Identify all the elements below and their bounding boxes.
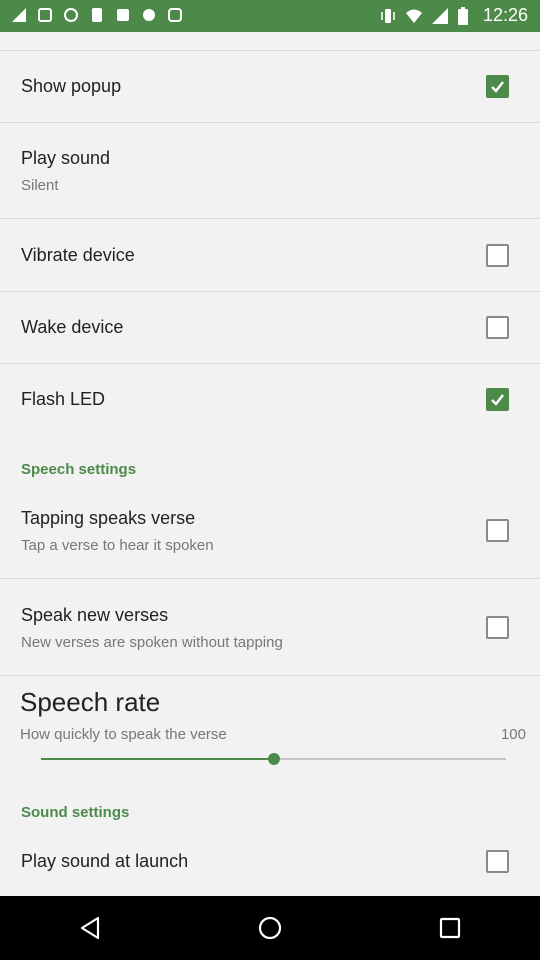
setting-subtitle: Tap a verse to hear it spoken (21, 537, 214, 554)
speech-rate-slider[interactable] (41, 753, 506, 765)
setting-title: Speak new verses (21, 605, 169, 625)
vibrate-device-checkbox[interactable] (486, 244, 509, 267)
notification-icons (10, 6, 184, 24)
notification-icon (10, 6, 28, 24)
divider (0, 218, 540, 219)
setting-title: Play sound (21, 148, 111, 168)
speech-rate-value: 100 (500, 726, 526, 743)
tapping-speaks-verse-checkbox[interactable] (486, 519, 509, 542)
divider (0, 291, 540, 292)
setting-title: Show popup (21, 76, 122, 96)
divider (0, 363, 540, 364)
speak-new-verses-checkbox[interactable] (486, 616, 509, 639)
notification-icon (140, 6, 158, 24)
recents-icon[interactable] (420, 898, 480, 958)
signal-icon (431, 7, 449, 25)
show-popup-checkbox[interactable] (486, 75, 509, 98)
section-header-sound: Sound settings (21, 804, 130, 821)
status-bar: 12:26 (0, 0, 540, 32)
setting-subtitle: How quickly to speak the verse (20, 726, 227, 743)
divider (0, 50, 540, 51)
divider (0, 675, 540, 676)
slider-fill (41, 758, 274, 760)
divider (0, 578, 540, 579)
notification-icon (114, 6, 132, 24)
vibrate-icon (379, 7, 397, 25)
home-icon[interactable] (240, 898, 300, 958)
checkmark-icon (491, 394, 504, 406)
notification-icon (62, 6, 80, 24)
settings-list[interactable]: Show popup Play sound Silent Vibrate dev… (0, 32, 540, 896)
navigation-bar (0, 896, 540, 960)
section-header-speech: Speech settings (21, 461, 137, 478)
wake-device-checkbox[interactable] (486, 316, 509, 339)
notification-icon (36, 6, 54, 24)
back-icon[interactable] (60, 898, 120, 958)
setting-subtitle: Silent (21, 177, 59, 194)
setting-title: Wake device (21, 317, 124, 337)
slider-thumb[interactable] (267, 753, 280, 765)
setting-title: Play sound at launch (21, 851, 189, 871)
setting-subtitle: New verses are spoken without tapping (21, 634, 283, 651)
setting-title: Vibrate device (21, 245, 135, 265)
wifi-icon (405, 7, 423, 25)
battery-icon (457, 6, 475, 25)
notification-icon (88, 6, 106, 24)
setting-title: Speech rate (20, 687, 161, 717)
play-sound-at-launch-checkbox[interactable] (486, 850, 509, 873)
notification-icon (166, 6, 184, 24)
setting-title: Tapping speaks verse (21, 508, 196, 528)
divider (0, 122, 540, 123)
checkmark-icon (491, 81, 504, 93)
flash-led-checkbox[interactable] (486, 388, 509, 411)
setting-title: Flash LED (21, 389, 106, 409)
clock: 12:26 (482, 5, 528, 25)
